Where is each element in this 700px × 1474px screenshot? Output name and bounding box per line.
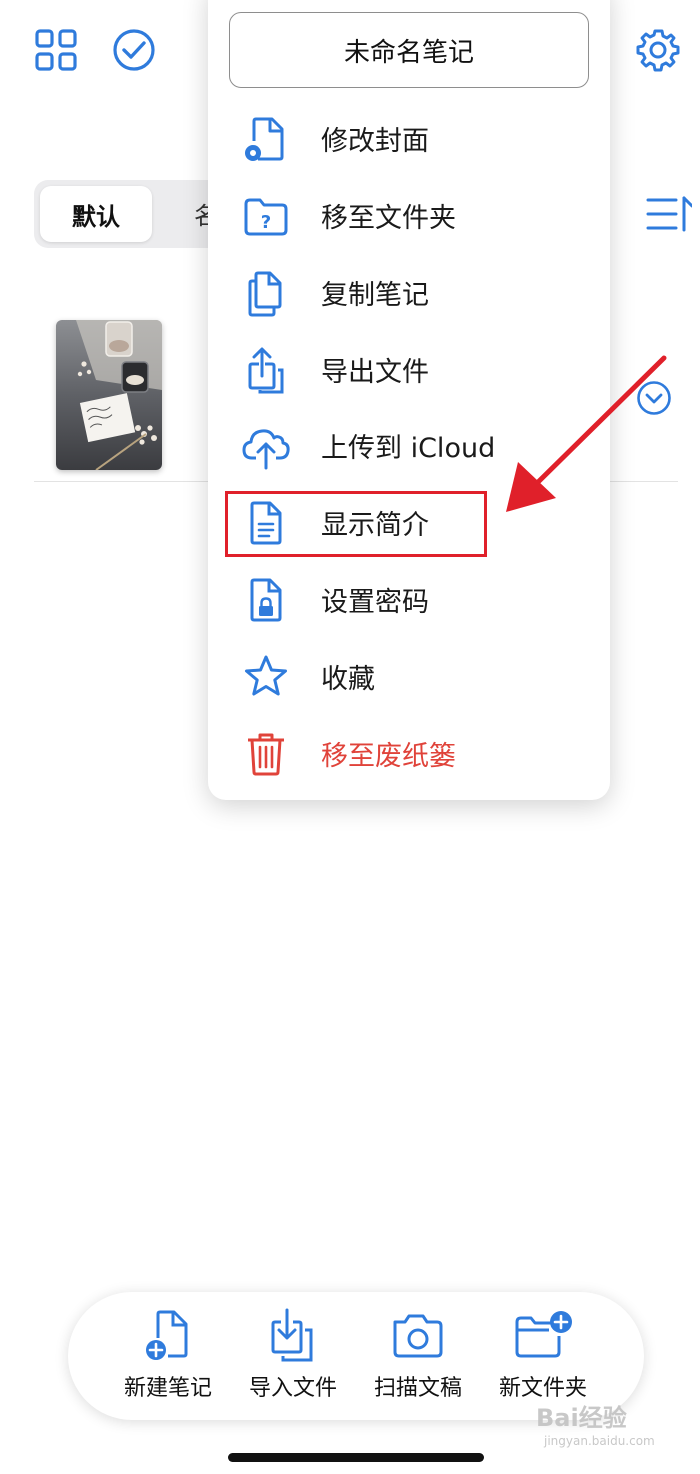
svg-text:?: ?: [261, 212, 271, 233]
menu-item-duplicate-note[interactable]: 复制笔记: [208, 253, 610, 329]
folder-question-icon: ?: [244, 198, 288, 236]
new-note-button[interactable]: 新建笔记: [108, 1308, 228, 1408]
watermark-url: jingyan.baidu.com: [544, 1434, 655, 1448]
scan-document-button[interactable]: 扫描文稿: [358, 1308, 478, 1408]
menu-item-label: 移至文件夹: [321, 203, 456, 234]
note-name-field[interactable]: 未命名笔记: [229, 12, 589, 88]
home-indicator: [228, 1453, 484, 1462]
share-icon: [248, 347, 284, 394]
menu-item-label: 上传到 iCloud: [321, 433, 496, 464]
list-view-icon[interactable]: [646, 196, 692, 232]
new-folder-button[interactable]: 新文件夹: [483, 1308, 603, 1408]
camera-icon: [393, 1314, 443, 1358]
star-icon: [245, 655, 287, 696]
watermark-brand: Bai经验: [536, 1404, 627, 1432]
annotation-highlight-box: [225, 491, 487, 557]
menu-item-label: 设置密码: [321, 587, 429, 618]
menu-item-change-cover[interactable]: 修改封面: [208, 99, 610, 175]
cloud-upload-icon: [242, 429, 290, 470]
menu-item-label: 复制笔记: [321, 280, 429, 311]
menu-item-label: 修改封面: [321, 126, 429, 157]
trash-icon: [248, 733, 284, 776]
new-folder-icon: [515, 1311, 572, 1358]
annotation-arrow: [506, 355, 667, 512]
sort-tab-default[interactable]: 默认: [40, 186, 152, 242]
import-icon: [271, 1308, 313, 1362]
file-gear-icon: [245, 117, 284, 161]
grid-icon[interactable]: [34, 28, 78, 72]
menu-item-label: 导出文件: [321, 357, 429, 388]
menu-item-set-password[interactable]: 设置密码: [208, 560, 610, 636]
toolbar-label: 导入文件: [248, 1376, 337, 1401]
gear-icon[interactable]: [636, 28, 680, 72]
copy-icon: [248, 271, 282, 317]
menu-item-label: 收藏: [321, 664, 375, 695]
menu-item-label: 移至废纸篓: [321, 741, 456, 772]
menu-item-favorite[interactable]: 收藏: [208, 637, 610, 713]
menu-item-move-to-folder[interactable]: ? 移至文件夹: [208, 176, 610, 252]
toolbar-label: 扫描文稿: [373, 1376, 462, 1401]
menu-item-move-to-trash[interactable]: 移至废纸篓: [208, 714, 610, 790]
checkmark-circle-icon[interactable]: [112, 28, 156, 72]
note-thumbnail[interactable]: [56, 320, 162, 470]
file-lock-icon: [250, 578, 282, 622]
toolbar-label: 新建笔记: [123, 1376, 212, 1401]
import-file-button[interactable]: 导入文件: [233, 1308, 353, 1408]
watermark: Bai经验 jingyan.baidu.com: [536, 1398, 666, 1454]
new-note-icon: [146, 1310, 188, 1360]
